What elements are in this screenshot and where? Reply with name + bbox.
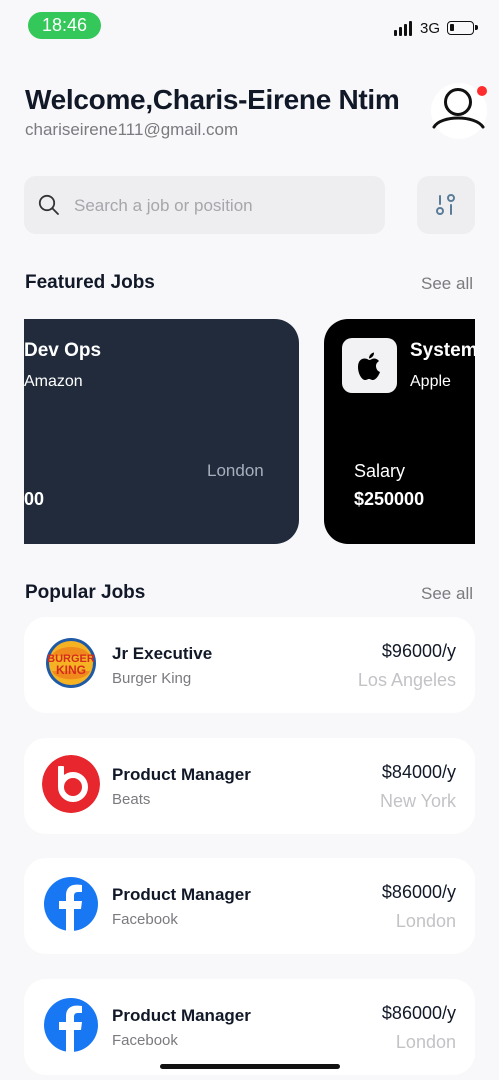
job-title: Product Manager xyxy=(112,885,251,904)
svg-text:KING: KING xyxy=(56,663,86,677)
featured-jobs-title: Featured Jobs xyxy=(25,272,155,293)
job-location: Los Angeles xyxy=(357,670,456,690)
job-company: Facebook xyxy=(112,1032,178,1049)
job-salary: $84000/y xyxy=(381,762,456,782)
job-list-item[interactable]: Product Manager Facebook $86000/y London xyxy=(24,979,475,1075)
featured-card-salary: 00 xyxy=(24,489,45,509)
featured-card-company: Amazon xyxy=(24,373,83,390)
signal-icon xyxy=(394,18,414,36)
beats-logo xyxy=(42,755,100,813)
job-location: New York xyxy=(379,791,456,811)
burger-king-logo: BURGER KING xyxy=(46,638,96,688)
job-title: Product Manager xyxy=(112,765,251,784)
featured-card-title: Dev Ops xyxy=(24,340,102,361)
company-logo xyxy=(342,338,397,393)
popular-see-all-link[interactable]: See all xyxy=(421,584,473,604)
status-time: 18:46 xyxy=(28,12,101,39)
featured-card-company: Apple xyxy=(410,373,451,390)
job-location: London xyxy=(395,911,456,931)
job-company: Burger King xyxy=(112,670,192,687)
featured-see-all-link[interactable]: See all xyxy=(421,274,473,294)
featured-card-title: System xyxy=(410,340,475,361)
featured-card[interactable]: System Apple Salary $250000 xyxy=(324,319,475,544)
home-indicator[interactable] xyxy=(160,1064,340,1069)
job-salary: $86000/y xyxy=(381,882,456,902)
job-list-item[interactable]: BURGER KING Jr Executive Burger King $96… xyxy=(24,617,475,713)
job-salary: $86000/y xyxy=(381,1003,456,1023)
job-list-item[interactable]: Product Manager Facebook $86000/y London xyxy=(24,858,475,954)
filter-icon xyxy=(436,194,455,215)
filter-button[interactable] xyxy=(417,176,475,234)
popular-jobs-title: Popular Jobs xyxy=(25,582,146,603)
search-input[interactable] xyxy=(72,186,376,226)
job-salary: $96000/y xyxy=(381,641,456,661)
featured-carousel[interactable]: Dev Ops Amazon London 00 System Apple Sa… xyxy=(24,319,475,544)
job-location: London xyxy=(395,1032,456,1052)
welcome-title: Welcome,Charis-Eirene Ntim xyxy=(25,84,400,115)
facebook-logo xyxy=(44,998,98,1052)
featured-card-salary-label: Salary xyxy=(354,461,406,481)
job-title: Product Manager xyxy=(112,1006,251,1025)
featured-card-salary: $250000 xyxy=(354,489,425,509)
featured-card-location: London xyxy=(207,461,264,480)
network-type: 3G xyxy=(420,20,441,37)
job-title: Jr Executive xyxy=(112,644,213,663)
apple-icon xyxy=(358,352,380,380)
job-list-item[interactable]: Product Manager Beats $84000/y New York xyxy=(24,738,475,834)
job-company: Facebook xyxy=(112,911,178,928)
notification-badge xyxy=(477,86,487,96)
battery-icon xyxy=(447,21,478,35)
status-bar: 18:46 3G xyxy=(0,0,499,50)
user-email: chariseirene111@gmail.com xyxy=(25,120,239,139)
facebook-logo xyxy=(44,877,98,931)
job-company: Beats xyxy=(112,791,151,808)
featured-card[interactable]: Dev Ops Amazon London 00 xyxy=(24,319,299,544)
search-icon xyxy=(38,194,59,215)
